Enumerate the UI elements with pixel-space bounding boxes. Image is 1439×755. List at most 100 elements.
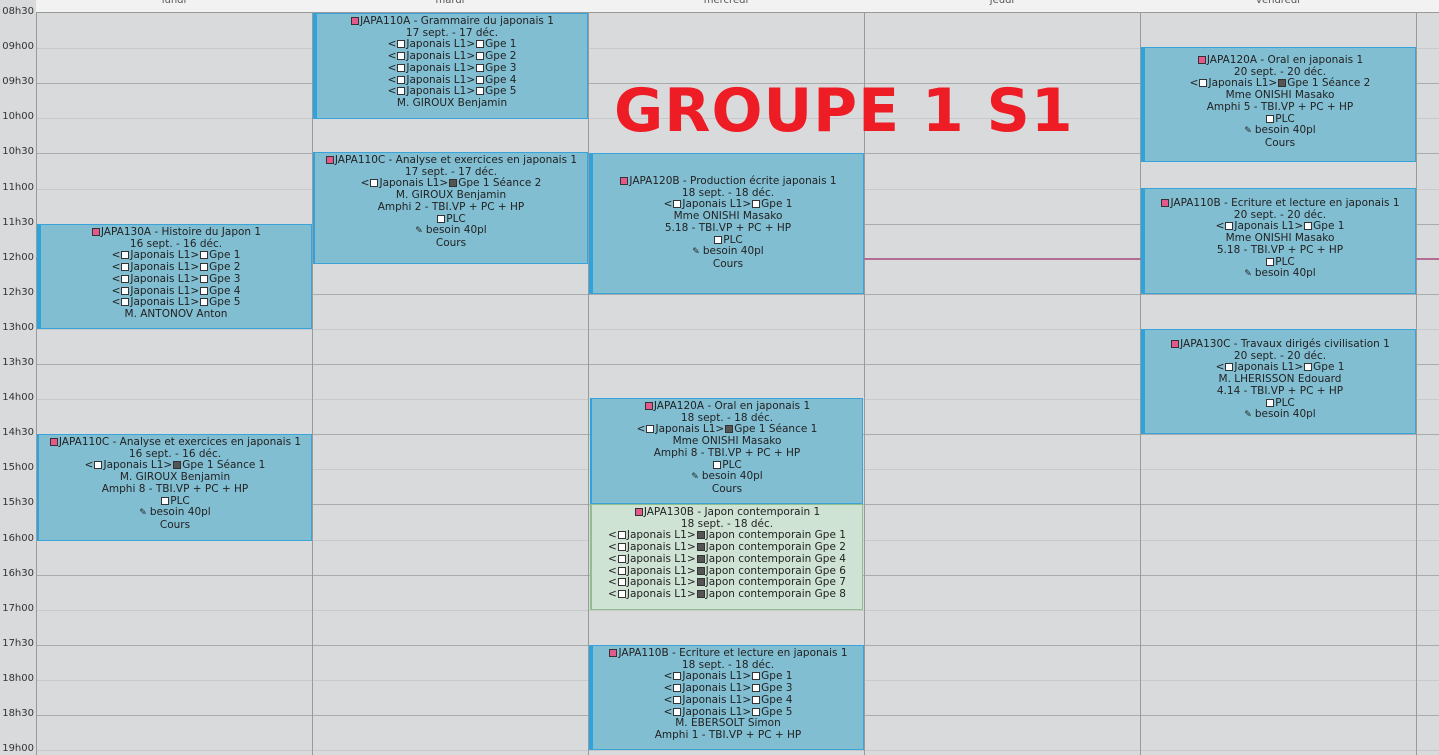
group-title: GROUPE 1 S1 [614, 76, 1074, 146]
course-color-icon [1197, 56, 1206, 64]
event-mercredi-japon-contemporain[interactable]: JAPA130B - Japon contemporain 1 18 sept.… [590, 504, 863, 610]
group-icon [673, 672, 682, 681]
group-icon [397, 87, 406, 96]
group-icon [673, 200, 682, 209]
time-label: 11h00 [2, 181, 34, 193]
plc-icon [1266, 114, 1275, 123]
time-label: 18h00 [2, 672, 34, 684]
time-label: 16h00 [2, 532, 34, 544]
group-icon [752, 672, 761, 681]
group-icon [752, 684, 761, 693]
edit-note-icon: ✎ [415, 226, 423, 237]
column-divider [1416, 12, 1417, 755]
hour-gridline [36, 750, 1439, 752]
group-icon [200, 251, 209, 260]
event-type: Cours [435, 236, 467, 249]
edit-note-icon: ✎ [1244, 269, 1252, 280]
event-mercredi-ecriture-lecture[interactable]: JAPA110B - Ecriture et lecture en japona… [589, 645, 864, 750]
course-color-icon [1171, 340, 1180, 348]
plc-icon [1266, 257, 1275, 266]
time-label: 14h30 [2, 427, 34, 439]
event-vendredi-oral[interactable]: JAPA120A - Oral en japonais 1 20 sept. -… [1141, 47, 1416, 162]
plc-icon [437, 214, 446, 223]
plc-icon [714, 235, 723, 244]
group-icon [1304, 363, 1313, 372]
group-icon [696, 543, 705, 552]
group-icon [476, 40, 485, 49]
edit-note-icon: ✎ [1244, 410, 1252, 421]
time-label: 08h30 [2, 6, 34, 17]
event-type: Cours [159, 518, 191, 531]
event-room: Amphi 1 - TBI.VP + PC + HP [654, 728, 802, 741]
group-icon [696, 566, 705, 575]
plc-icon [161, 496, 170, 505]
column-divider [312, 12, 313, 755]
event-teacher: M. ANTONOV Anton [124, 307, 228, 320]
group-icon [752, 200, 761, 209]
event-code: JAPA110B - Ecriture et lecture en japona… [618, 647, 848, 659]
group-icon [121, 286, 130, 295]
event-mardi-analyse-exercices[interactable]: JAPA110C - Analyse et exercices en japon… [313, 152, 588, 264]
event-vendredi-ecriture-lecture[interactable]: JAPA110B - Ecriture et lecture en japona… [1141, 188, 1416, 294]
event-code: JAPA110C - Analyse et exercices en japon… [334, 154, 578, 166]
group-icon [617, 578, 626, 587]
day-header-mercredi: mercredi [703, 0, 749, 6]
group-icon [646, 425, 655, 434]
time-label: 09h30 [2, 76, 34, 88]
time-label: 17h00 [2, 602, 34, 614]
time-label: 16h30 [2, 567, 34, 579]
event-lundi-analyse-exercices[interactable]: JAPA110C - Analyse et exercices en japon… [37, 434, 312, 541]
event-vendredi-travaux-diriges[interactable]: JAPA130C - Travaux dirigés civilisation … [1141, 329, 1416, 434]
time-label: 15h30 [2, 497, 34, 509]
event-type: Cours [712, 257, 744, 270]
time-label: 18h30 [2, 708, 34, 719]
event-code: JAPA120A - Oral en japonais 1 [653, 400, 811, 412]
time-label: 13h00 [2, 321, 34, 333]
event-code: JAPA120A - Oral en japonais 1 [1206, 54, 1364, 66]
group-icon [94, 461, 103, 470]
course-color-icon [609, 649, 618, 657]
group-icon [200, 263, 209, 272]
time-label: 09h00 [2, 41, 34, 53]
day-header-jeudi: jeudi [989, 0, 1015, 6]
event-code: JAPA130B - Japon contemporain 1 [643, 506, 821, 518]
group-icon [1199, 79, 1208, 88]
plc-icon [1266, 398, 1275, 407]
group-icon [752, 695, 761, 704]
event-mardi-grammaire[interactable]: JAPA110A - Grammaire du japonais 1 17 se… [313, 13, 588, 119]
event-dates: 18 sept. - 18 déc. [680, 411, 774, 424]
day-header-vendredi: vendredi [1256, 0, 1300, 6]
group-icon [476, 87, 485, 96]
event-mercredi-production-ecrite[interactable]: JAPA120B - Production écrite japonais 1 … [589, 153, 864, 294]
course-color-icon [634, 508, 643, 516]
event-mercredi-oral[interactable]: JAPA120A - Oral en japonais 1 18 sept. -… [590, 398, 863, 504]
group-icon [1304, 222, 1313, 231]
day-header-mardi: mardi [435, 0, 465, 6]
course-color-icon [91, 228, 100, 236]
time-label: 17h30 [2, 637, 34, 649]
event-lundi-histoire-japon[interactable]: JAPA130A - Histoire du Japon 1 16 sept. … [37, 224, 312, 329]
edit-note-icon: ✎ [1244, 126, 1252, 137]
day-header-lundi: lundi [161, 0, 187, 6]
group-icon [397, 40, 406, 49]
group-icon [121, 251, 130, 260]
column-divider [588, 12, 589, 755]
group-icon [752, 707, 761, 716]
group-icon [121, 263, 130, 272]
event-code: JAPA130A - Histoire du Japon 1 [100, 226, 262, 238]
event-code: JAPA110B - Ecriture et lecture en japona… [1170, 197, 1400, 209]
group-icon [121, 298, 130, 307]
group-icon [200, 286, 209, 295]
group-icon [617, 589, 626, 598]
group-icon [617, 531, 626, 540]
event-code: JAPA130C - Travaux dirigés civilisation … [1180, 338, 1390, 350]
course-color-icon [644, 402, 653, 410]
time-label: 10h00 [2, 111, 34, 123]
event-type: Cours [1264, 136, 1296, 149]
group-icon [121, 274, 130, 283]
group-icon [1278, 79, 1287, 88]
group-icon [370, 179, 379, 188]
event-type: Cours [711, 482, 743, 495]
event-code: JAPA110C - Analyse et exercices en japon… [58, 436, 302, 448]
time-column: 08h30 09h00 09h30 10h00 10h30 11h00 11h30 12h00… [0, 0, 36, 755]
